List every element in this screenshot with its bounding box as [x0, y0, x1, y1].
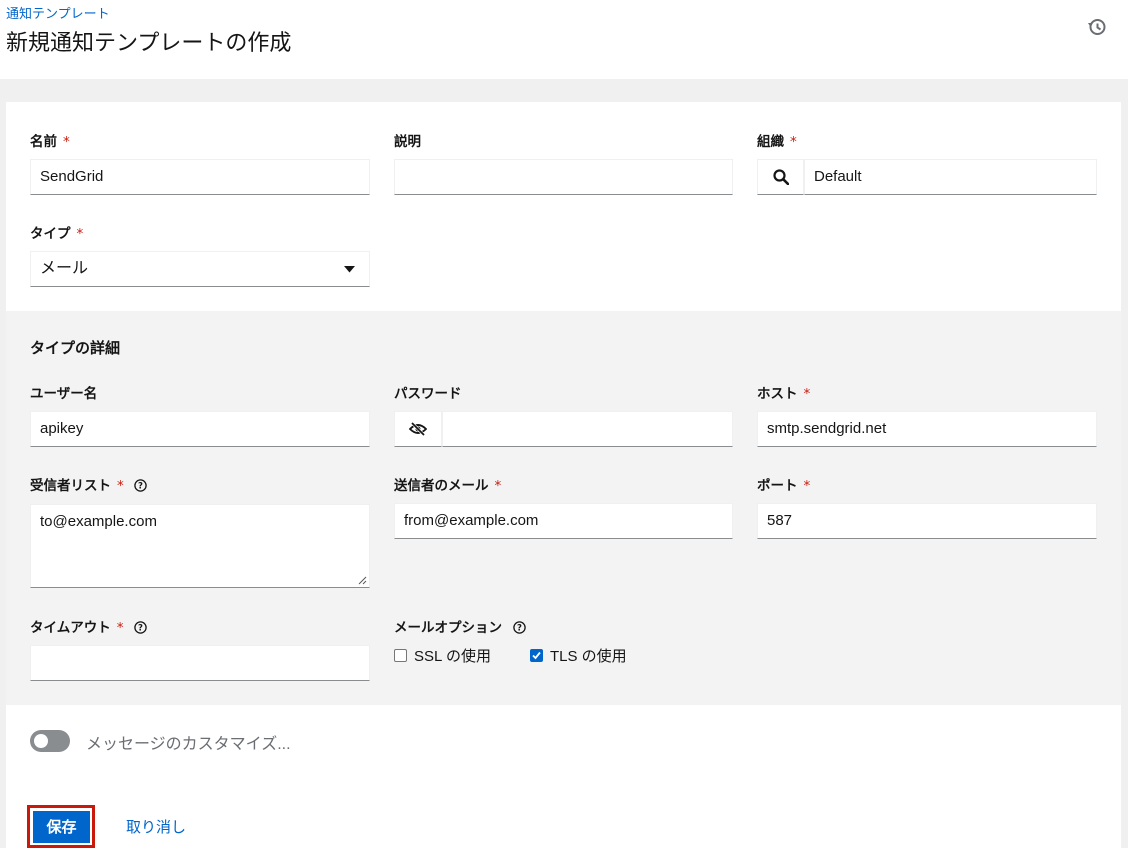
- page-header: 通知テンプレート 新規通知テンプレートの作成: [0, 0, 1128, 79]
- type-label: タイプ *: [30, 226, 84, 242]
- organization-input[interactable]: Default: [804, 159, 1097, 195]
- eye-slash-icon: [409, 422, 427, 436]
- type-select[interactable]: メール: [30, 251, 370, 287]
- host-input[interactable]: smtp.sendgrid.net: [757, 411, 1097, 447]
- caret-down-icon: [344, 266, 355, 273]
- tls-option[interactable]: TLS の使用: [530, 645, 627, 666]
- checkmark-icon: [532, 651, 541, 660]
- history-icon[interactable]: [1087, 17, 1107, 37]
- toggle-knob: [34, 734, 48, 748]
- organization-label: 組織 *: [757, 134, 797, 150]
- timeout-label: タイムアウト * ?: [30, 616, 147, 636]
- ssl-checkbox[interactable]: [394, 649, 407, 662]
- username-input[interactable]: apikey: [30, 411, 370, 447]
- sender-input[interactable]: from@example.com: [394, 503, 733, 539]
- cancel-button[interactable]: 取り消し: [126, 816, 186, 837]
- customize-messages-toggle[interactable]: [30, 730, 70, 752]
- type-select-value: メール: [40, 260, 89, 277]
- ssl-label: SSL の使用: [414, 648, 491, 665]
- customize-messages-label: メッセージのカスタマイズ...: [86, 736, 291, 753]
- description-input[interactable]: [394, 159, 733, 195]
- name-label: 名前 *: [30, 134, 70, 150]
- type-details-title: タイプの詳細: [30, 339, 121, 357]
- port-label: ポート *: [757, 478, 811, 494]
- svg-text:?: ?: [138, 624, 143, 634]
- breadcrumb-notification-templates[interactable]: 通知テンプレート: [6, 3, 110, 22]
- help-icon[interactable]: ?: [512, 621, 526, 634]
- help-icon[interactable]: ?: [134, 479, 148, 492]
- recipients-textarea[interactable]: to@example.com: [30, 504, 370, 588]
- resize-handle-icon[interactable]: [358, 576, 367, 585]
- sender-label: 送信者のメール *: [394, 478, 502, 494]
- help-icon[interactable]: ?: [134, 621, 147, 634]
- tls-checkbox[interactable]: [530, 649, 543, 662]
- recipients-label: 受信者リスト * ?: [30, 474, 148, 494]
- organization-search-button[interactable]: [757, 159, 804, 195]
- description-label: 説明: [394, 134, 421, 150]
- username-label: ユーザー名: [30, 386, 98, 402]
- port-input[interactable]: 587: [757, 503, 1097, 539]
- email-options-label: メールオプション ?: [394, 616, 526, 636]
- page-title: 新規通知テンプレートの作成: [6, 31, 292, 56]
- password-visibility-toggle[interactable]: [394, 411, 442, 447]
- host-label: ホスト *: [757, 386, 811, 402]
- name-input[interactable]: SendGrid: [30, 159, 370, 195]
- svg-text:?: ?: [138, 482, 143, 492]
- password-label: パスワード: [394, 386, 462, 402]
- recipients-value: to@example.com: [40, 513, 157, 530]
- ssl-option[interactable]: SSL の使用: [394, 645, 491, 666]
- timeout-input[interactable]: [30, 645, 370, 681]
- svg-text:?: ?: [517, 624, 522, 634]
- tls-label: TLS の使用: [550, 648, 627, 665]
- save-button[interactable]: 保存: [33, 811, 90, 843]
- password-input[interactable]: [442, 411, 733, 447]
- search-icon: [772, 169, 789, 185]
